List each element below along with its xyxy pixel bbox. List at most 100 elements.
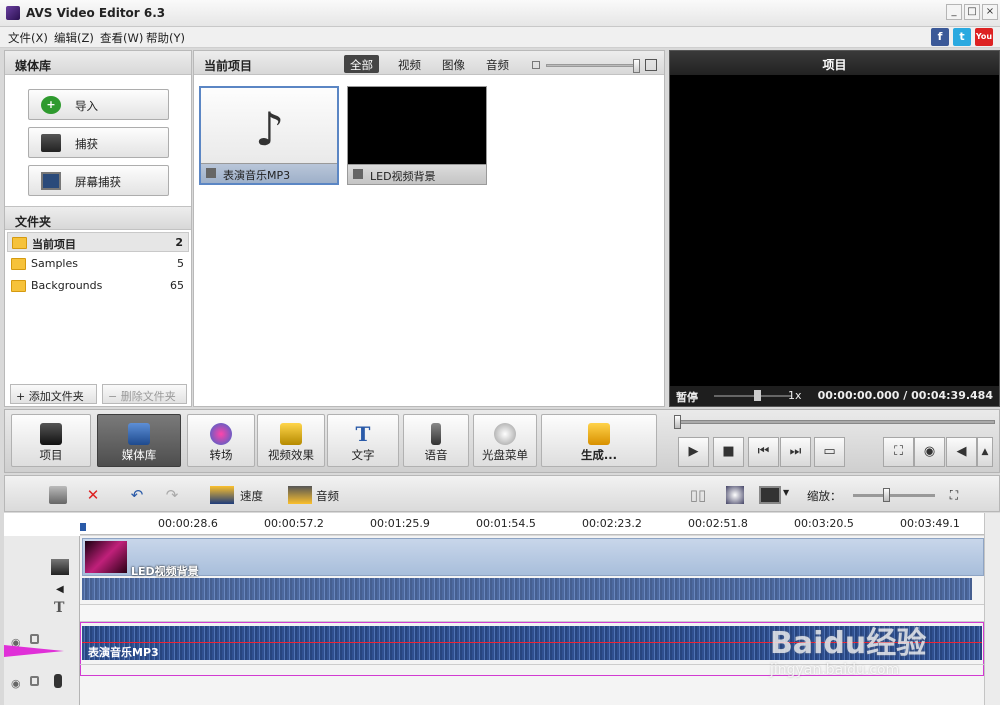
eye-icon[interactable]: ◉ (11, 677, 21, 690)
slider-handle[interactable] (633, 59, 640, 73)
toolbar-produce-button[interactable]: 生成... (541, 414, 657, 467)
fit-timeline-icon[interactable]: ⛶ (945, 486, 963, 504)
plus-icon: + (16, 390, 29, 403)
chevron-down-icon[interactable]: ▼ (783, 488, 789, 497)
speed-icon[interactable] (210, 486, 234, 504)
minimize-button[interactable]: _ (946, 4, 962, 20)
volume-dropdown[interactable]: ▲ (977, 437, 993, 467)
filter-video[interactable]: 视频 (392, 55, 427, 73)
produce-folder-icon (588, 423, 610, 445)
clapper-icon (40, 423, 62, 445)
expand-icon: ⛶ (893, 444, 904, 459)
screen-capture-button[interactable]: 屏幕捕获 (28, 165, 169, 196)
folder-name: Samples (31, 257, 78, 270)
filter-all[interactable]: 全部 (344, 55, 379, 73)
toolbar-transitions-button[interactable]: 转场 (187, 414, 255, 467)
media-item-video[interactable]: LED视频背景 (347, 86, 487, 185)
menu-view[interactable]: 查看(W) (100, 30, 143, 46)
folder-icon (11, 258, 26, 270)
redo-icon[interactable]: ↷ (163, 486, 181, 504)
playhead-marker[interactable] (80, 523, 86, 531)
toolbar-disc-menu-button[interactable]: 光盘菜单 (473, 414, 537, 467)
ruler-tick: 00:03:49.1 (900, 517, 960, 530)
webcam-icon[interactable] (726, 486, 744, 504)
seek-handle[interactable] (674, 415, 681, 429)
monitor-icon (41, 172, 61, 190)
undo-icon[interactable]: ↶ (128, 486, 146, 504)
restore-button[interactable]: □ (964, 4, 980, 20)
watermark-url: jingyan.baidu.com (770, 662, 900, 678)
video-clip[interactable]: LED视频背景 (82, 538, 984, 578)
small-thumbs-icon[interactable] (532, 61, 540, 69)
toolbar-media-library-button[interactable]: 媒体库 (97, 414, 181, 467)
large-thumbs-icon[interactable] (645, 59, 657, 71)
screen-capture-label: 屏幕捕获 (75, 175, 121, 189)
capture-button[interactable]: 捕获 (28, 127, 169, 158)
play-button[interactable]: ▶ (678, 437, 709, 467)
filter-audio[interactable]: 音频 (480, 55, 515, 73)
delete-icon[interactable]: ✕ (84, 486, 102, 504)
video-audio-waveform[interactable] (82, 578, 972, 600)
toolbar-voice-button[interactable]: 语音 (403, 414, 469, 467)
ruler-tick: 00:01:54.5 (476, 517, 536, 530)
timeline-ruler[interactable]: 00:00:28.6 00:00:57.2 00:01:25.9 00:01:5… (80, 513, 984, 535)
media-library-header: 媒体库 (5, 51, 191, 75)
plus-icon: + (41, 96, 61, 114)
thumb-size-slider[interactable] (546, 59, 640, 73)
zoom-slider[interactable] (853, 488, 935, 502)
menu-file[interactable]: 文件(X) (8, 30, 48, 46)
speed-slider[interactable] (714, 390, 792, 401)
media-item-audio[interactable]: ♪ 表演音乐MP3 (199, 86, 339, 185)
import-button[interactable]: + 导入 (28, 89, 169, 120)
previous-frame-button[interactable]: ⏮ (748, 437, 779, 467)
lock-icon[interactable] (30, 676, 39, 686)
fullscreen-preview-button[interactable]: ▭ (814, 437, 845, 467)
timeline-vertical-scrollbar[interactable] (984, 513, 1000, 705)
menu-bar: 文件(X) 编辑(Z) 查看(W) 帮助(Y) (0, 27, 1000, 48)
menu-help[interactable]: 帮助(Y) (146, 30, 185, 46)
folder-count: 65 (170, 279, 184, 292)
clapper-icon (51, 559, 69, 575)
lock-icon[interactable] (30, 634, 39, 644)
ruler-tick: 00:02:51.8 (688, 517, 748, 530)
zoom-handle[interactable] (883, 488, 890, 502)
toolbar-label: 文字 (351, 448, 375, 462)
delete-folder-button[interactable]: − 删除文件夹 (102, 384, 187, 404)
volume-button[interactable]: ◀ (946, 437, 977, 467)
playback-state: 暂停 (676, 391, 698, 404)
capture-label: 捕获 (75, 137, 98, 151)
folder-item-current-project[interactable]: 当前项目 2 (7, 232, 189, 252)
toolbar-label: 媒体库 (121, 448, 157, 462)
speed-handle[interactable] (754, 390, 761, 401)
monitor-icon[interactable] (759, 486, 781, 504)
menu-edit[interactable]: 编辑(Z) (54, 30, 94, 46)
twitter-icon[interactable]: t (953, 28, 971, 46)
audio-icon[interactable] (288, 486, 312, 504)
filter-image[interactable]: 图像 (436, 55, 471, 73)
youtube-icon[interactable]: You (975, 28, 993, 46)
audio-button[interactable]: 音频 (316, 488, 339, 504)
time-readout: 00:00:00.000 / 00:04:39.484 (817, 389, 993, 402)
storyboard-icon[interactable]: ▯▯ (689, 486, 707, 504)
fit-screen-button[interactable]: ⛶ (883, 437, 914, 467)
video-clip-label: LED视频背景 (131, 565, 199, 578)
folder-item-backgrounds[interactable]: Backgrounds 65 (7, 276, 189, 296)
toolbar-video-effects-button[interactable]: 视频效果 (257, 414, 325, 467)
toolbar-project-button[interactable]: 项目 (11, 414, 91, 467)
seek-bar[interactable] (674, 415, 995, 429)
skip-forward-icon: ⏭ (789, 444, 802, 459)
ruler-tick: 00:02:23.2 (582, 517, 642, 530)
stop-button[interactable]: ■ (713, 437, 744, 467)
add-folder-button[interactable]: + 添加文件夹 (10, 384, 97, 404)
next-frame-button[interactable]: ⏭ (780, 437, 811, 467)
speaker-icon (206, 168, 216, 178)
add-folder-label: 添加文件夹 (28, 390, 84, 403)
facebook-icon[interactable]: f (931, 28, 949, 46)
folder-item-samples[interactable]: Samples 5 (7, 254, 189, 274)
snapshot-button[interactable]: ◉ (914, 437, 945, 467)
split-icon[interactable] (49, 486, 67, 504)
toolbar-text-button[interactable]: T 文字 (327, 414, 399, 467)
speed-button[interactable]: 速度 (240, 488, 263, 504)
toolbar-label: 项目 (39, 448, 63, 462)
close-button[interactable]: × (982, 4, 998, 20)
